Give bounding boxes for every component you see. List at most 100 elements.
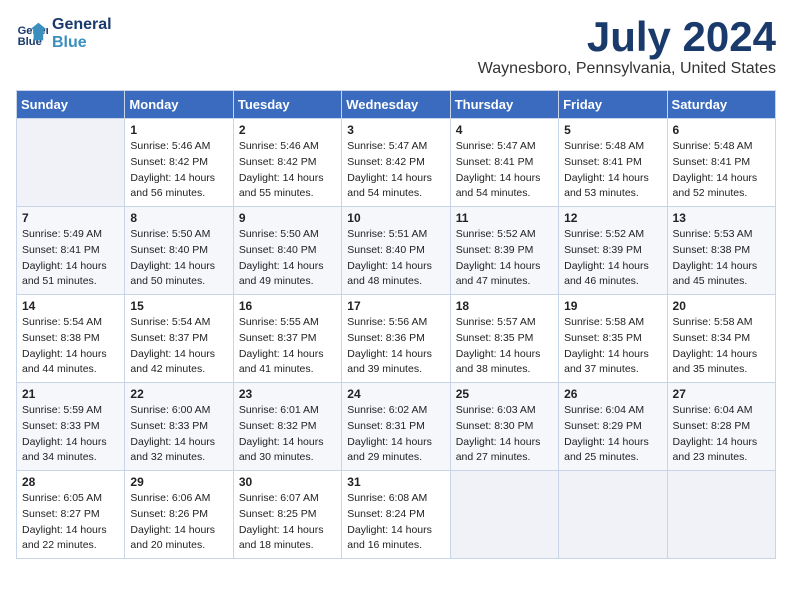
column-header-monday: Monday bbox=[125, 91, 233, 119]
day-number: 9 bbox=[239, 211, 336, 225]
svg-text:General: General bbox=[18, 25, 48, 37]
calendar-cell: 24 Sunrise: 6:02 AMSunset: 8:31 PMDaylig… bbox=[342, 383, 450, 471]
day-number: 26 bbox=[564, 387, 661, 401]
calendar-cell bbox=[450, 471, 558, 559]
calendar-cell: 2 Sunrise: 5:46 AMSunset: 8:42 PMDayligh… bbox=[233, 119, 341, 207]
day-info: Sunrise: 5:48 AMSunset: 8:41 PMDaylight:… bbox=[673, 140, 758, 199]
calendar-cell: 1 Sunrise: 5:46 AMSunset: 8:42 PMDayligh… bbox=[125, 119, 233, 207]
calendar-cell: 26 Sunrise: 6:04 AMSunset: 8:29 PMDaylig… bbox=[559, 383, 667, 471]
day-info: Sunrise: 6:04 AMSunset: 8:28 PMDaylight:… bbox=[673, 404, 758, 463]
day-info: Sunrise: 5:57 AMSunset: 8:35 PMDaylight:… bbox=[456, 316, 541, 375]
column-header-sunday: Sunday bbox=[17, 91, 125, 119]
day-info: Sunrise: 5:53 AMSunset: 8:38 PMDaylight:… bbox=[673, 228, 758, 287]
calendar-cell: 10 Sunrise: 5:51 AMSunset: 8:40 PMDaylig… bbox=[342, 207, 450, 295]
day-info: Sunrise: 5:50 AMSunset: 8:40 PMDaylight:… bbox=[130, 228, 215, 287]
month-title: July 2024 bbox=[478, 16, 776, 58]
day-number: 3 bbox=[347, 123, 444, 137]
day-number: 12 bbox=[564, 211, 661, 225]
calendar-cell: 5 Sunrise: 5:48 AMSunset: 8:41 PMDayligh… bbox=[559, 119, 667, 207]
day-number: 23 bbox=[239, 387, 336, 401]
logo: General Blue General Blue bbox=[16, 16, 112, 52]
day-number: 1 bbox=[130, 123, 227, 137]
calendar-cell: 9 Sunrise: 5:50 AMSunset: 8:40 PMDayligh… bbox=[233, 207, 341, 295]
calendar-cell: 6 Sunrise: 5:48 AMSunset: 8:41 PMDayligh… bbox=[667, 119, 775, 207]
calendar-week-row: 21 Sunrise: 5:59 AMSunset: 8:33 PMDaylig… bbox=[17, 383, 776, 471]
column-header-friday: Friday bbox=[559, 91, 667, 119]
column-header-saturday: Saturday bbox=[667, 91, 775, 119]
calendar-header-row: SundayMondayTuesdayWednesdayThursdayFrid… bbox=[17, 91, 776, 119]
calendar-cell: 7 Sunrise: 5:49 AMSunset: 8:41 PMDayligh… bbox=[17, 207, 125, 295]
day-info: Sunrise: 6:06 AMSunset: 8:26 PMDaylight:… bbox=[130, 492, 215, 551]
day-info: Sunrise: 6:00 AMSunset: 8:33 PMDaylight:… bbox=[130, 404, 215, 463]
day-number: 19 bbox=[564, 299, 661, 313]
day-number: 5 bbox=[564, 123, 661, 137]
day-number: 4 bbox=[456, 123, 553, 137]
day-info: Sunrise: 5:52 AMSunset: 8:39 PMDaylight:… bbox=[564, 228, 649, 287]
calendar-cell: 31 Sunrise: 6:08 AMSunset: 8:24 PMDaylig… bbox=[342, 471, 450, 559]
day-number: 11 bbox=[456, 211, 553, 225]
day-info: Sunrise: 5:51 AMSunset: 8:40 PMDaylight:… bbox=[347, 228, 432, 287]
day-info: Sunrise: 5:49 AMSunset: 8:41 PMDaylight:… bbox=[22, 228, 107, 287]
day-number: 13 bbox=[673, 211, 770, 225]
day-info: Sunrise: 5:54 AMSunset: 8:37 PMDaylight:… bbox=[130, 316, 215, 375]
day-number: 16 bbox=[239, 299, 336, 313]
column-header-tuesday: Tuesday bbox=[233, 91, 341, 119]
logo-text: General Blue bbox=[52, 16, 112, 52]
day-number: 29 bbox=[130, 475, 227, 489]
calendar-cell: 28 Sunrise: 6:05 AMSunset: 8:27 PMDaylig… bbox=[17, 471, 125, 559]
day-info: Sunrise: 6:07 AMSunset: 8:25 PMDaylight:… bbox=[239, 492, 324, 551]
calendar-cell bbox=[17, 119, 125, 207]
day-number: 17 bbox=[347, 299, 444, 313]
calendar-cell bbox=[667, 471, 775, 559]
day-number: 28 bbox=[22, 475, 119, 489]
page-header: General Blue General Blue July 2024 Wayn… bbox=[16, 16, 776, 78]
logo-icon: General Blue bbox=[16, 18, 48, 50]
day-number: 7 bbox=[22, 211, 119, 225]
calendar-cell bbox=[559, 471, 667, 559]
day-info: Sunrise: 5:48 AMSunset: 8:41 PMDaylight:… bbox=[564, 140, 649, 199]
day-info: Sunrise: 5:46 AMSunset: 8:42 PMDaylight:… bbox=[239, 140, 324, 199]
calendar-cell: 15 Sunrise: 5:54 AMSunset: 8:37 PMDaylig… bbox=[125, 295, 233, 383]
day-info: Sunrise: 6:03 AMSunset: 8:30 PMDaylight:… bbox=[456, 404, 541, 463]
day-info: Sunrise: 5:59 AMSunset: 8:33 PMDaylight:… bbox=[22, 404, 107, 463]
calendar-cell: 20 Sunrise: 5:58 AMSunset: 8:34 PMDaylig… bbox=[667, 295, 775, 383]
day-info: Sunrise: 5:47 AMSunset: 8:42 PMDaylight:… bbox=[347, 140, 432, 199]
day-info: Sunrise: 5:54 AMSunset: 8:38 PMDaylight:… bbox=[22, 316, 107, 375]
calendar-cell: 3 Sunrise: 5:47 AMSunset: 8:42 PMDayligh… bbox=[342, 119, 450, 207]
location: Waynesboro, Pennsylvania, United States bbox=[478, 60, 776, 78]
calendar-week-row: 14 Sunrise: 5:54 AMSunset: 8:38 PMDaylig… bbox=[17, 295, 776, 383]
calendar-cell: 30 Sunrise: 6:07 AMSunset: 8:25 PMDaylig… bbox=[233, 471, 341, 559]
calendar-cell: 22 Sunrise: 6:00 AMSunset: 8:33 PMDaylig… bbox=[125, 383, 233, 471]
calendar-cell: 25 Sunrise: 6:03 AMSunset: 8:30 PMDaylig… bbox=[450, 383, 558, 471]
day-number: 27 bbox=[673, 387, 770, 401]
day-number: 2 bbox=[239, 123, 336, 137]
calendar-cell: 14 Sunrise: 5:54 AMSunset: 8:38 PMDaylig… bbox=[17, 295, 125, 383]
day-info: Sunrise: 5:47 AMSunset: 8:41 PMDaylight:… bbox=[456, 140, 541, 199]
column-header-thursday: Thursday bbox=[450, 91, 558, 119]
calendar-cell: 19 Sunrise: 5:58 AMSunset: 8:35 PMDaylig… bbox=[559, 295, 667, 383]
day-info: Sunrise: 6:02 AMSunset: 8:31 PMDaylight:… bbox=[347, 404, 432, 463]
calendar-cell: 21 Sunrise: 5:59 AMSunset: 8:33 PMDaylig… bbox=[17, 383, 125, 471]
calendar-cell: 4 Sunrise: 5:47 AMSunset: 8:41 PMDayligh… bbox=[450, 119, 558, 207]
day-number: 15 bbox=[130, 299, 227, 313]
calendar-cell: 8 Sunrise: 5:50 AMSunset: 8:40 PMDayligh… bbox=[125, 207, 233, 295]
calendar-cell: 18 Sunrise: 5:57 AMSunset: 8:35 PMDaylig… bbox=[450, 295, 558, 383]
day-info: Sunrise: 5:58 AMSunset: 8:35 PMDaylight:… bbox=[564, 316, 649, 375]
day-number: 6 bbox=[673, 123, 770, 137]
column-header-wednesday: Wednesday bbox=[342, 91, 450, 119]
day-number: 10 bbox=[347, 211, 444, 225]
title-area: July 2024 Waynesboro, Pennsylvania, Unit… bbox=[478, 16, 776, 78]
calendar-cell: 23 Sunrise: 6:01 AMSunset: 8:32 PMDaylig… bbox=[233, 383, 341, 471]
calendar-cell: 17 Sunrise: 5:56 AMSunset: 8:36 PMDaylig… bbox=[342, 295, 450, 383]
calendar-table: SundayMondayTuesdayWednesdayThursdayFrid… bbox=[16, 90, 776, 559]
day-number: 8 bbox=[130, 211, 227, 225]
day-info: Sunrise: 5:46 AMSunset: 8:42 PMDaylight:… bbox=[130, 140, 215, 199]
calendar-cell: 12 Sunrise: 5:52 AMSunset: 8:39 PMDaylig… bbox=[559, 207, 667, 295]
day-info: Sunrise: 6:05 AMSunset: 8:27 PMDaylight:… bbox=[22, 492, 107, 551]
day-info: Sunrise: 5:52 AMSunset: 8:39 PMDaylight:… bbox=[456, 228, 541, 287]
calendar-body: 1 Sunrise: 5:46 AMSunset: 8:42 PMDayligh… bbox=[17, 119, 776, 559]
day-info: Sunrise: 6:04 AMSunset: 8:29 PMDaylight:… bbox=[564, 404, 649, 463]
day-number: 21 bbox=[22, 387, 119, 401]
day-info: Sunrise: 6:08 AMSunset: 8:24 PMDaylight:… bbox=[347, 492, 432, 551]
day-number: 22 bbox=[130, 387, 227, 401]
